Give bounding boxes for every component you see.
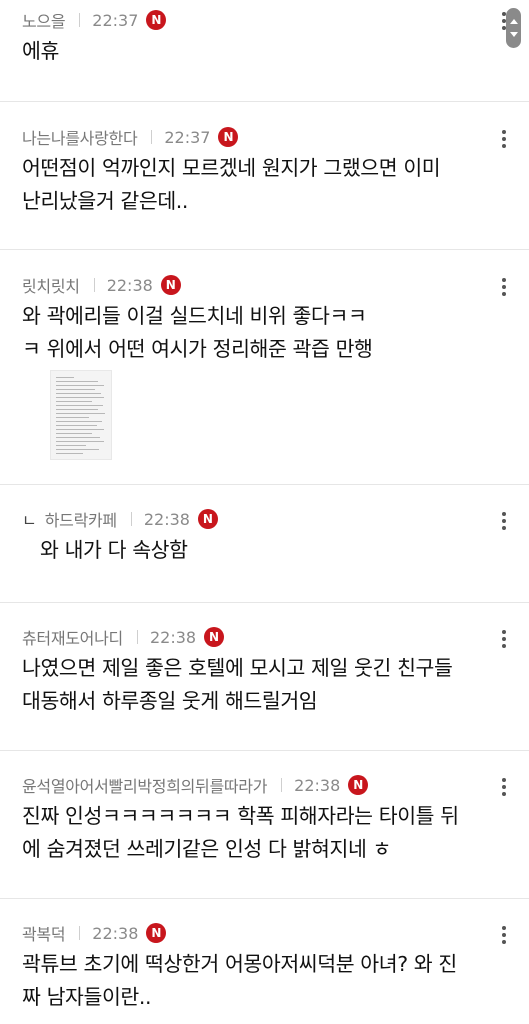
comment-author[interactable]: 노으을 <box>22 8 66 32</box>
comment-meta: 츄터재도어나디 22:38 N <box>22 625 225 649</box>
new-badge-icon: N <box>204 627 225 647</box>
comment-line: 와 곽에리들 이걸 실드치네 비위 좋다ㅋㅋ <box>22 304 367 328</box>
comment-time: 22:37 <box>92 10 139 30</box>
more-vertical-icon[interactable] <box>501 630 507 648</box>
comment-time: 22:38 <box>92 923 139 943</box>
comment-text: 어떤점이 억까인지 모르겠네 원지가 그랬으면 이미 난리났을거 같은데.. <box>22 152 441 218</box>
more-vertical-icon[interactable] <box>501 926 507 944</box>
more-vertical-icon[interactable] <box>501 278 507 296</box>
comment-line: 에 숨겨졌던 쓰레기같은 인성 다 밝혀지네 ㅎ <box>22 837 391 861</box>
comment-author[interactable]: 릿치릿치 <box>22 273 80 297</box>
meta-divider <box>151 130 153 144</box>
meta-divider <box>136 630 138 644</box>
comment-text: 와 곽에리들 이걸 실드치네 비위 좋다ㅋㅋ ㅋ 위에서 어떤 여시가 정리해준… <box>22 300 373 366</box>
comment-author[interactable]: 하드락카페 <box>45 507 117 531</box>
meta-divider <box>130 512 132 526</box>
comment-line: 곽튜브 초기에 떡상한거 어몽아저씨덕분 아녀? 와 진 <box>22 952 457 976</box>
scroll-down-icon[interactable] <box>509 32 518 37</box>
comment-meta: 릿치릿치 22:38 N <box>22 273 181 297</box>
more-vertical-icon[interactable] <box>501 512 507 530</box>
meta-divider <box>93 278 95 292</box>
new-badge-icon: N <box>146 923 167 943</box>
comment-text: 에휴 <box>22 35 59 68</box>
comment-item: 곽복덕 22:38 N 곽튜브 초기에 떡상한거 어몽아저씨덕분 아녀? 와 진… <box>0 899 529 1024</box>
comment-line: 짜 남자들이란.. <box>22 985 152 1009</box>
comment-item: 나는나를사랑한다 22:37 N 어떤점이 억까인지 모르겠네 원지가 그랬으면… <box>0 102 529 250</box>
comment-author[interactable]: 윤석열아어서빨리박정희의뒤를따라가 <box>22 773 267 797</box>
new-badge-icon: N <box>348 775 369 795</box>
comment-author[interactable]: 곽복덕 <box>22 921 66 945</box>
comment-author[interactable]: 츄터재도어나디 <box>22 625 123 649</box>
comment-text: 곽튜브 초기에 떡상한거 어몽아저씨덕분 아녀? 와 진 짜 남자들이란.. <box>22 948 457 1014</box>
comment-text: 와 내가 다 속상함 <box>40 534 188 567</box>
comment-line: 난리났을거 같은데.. <box>22 189 189 213</box>
comment-time: 22:38 <box>294 775 341 795</box>
comment-item: 릿치릿치 22:38 N 와 곽에리들 이걸 실드치네 비위 좋다ㅋㅋ ㅋ 위에… <box>0 250 529 485</box>
attached-image-thumbnail[interactable] <box>50 370 112 460</box>
comment-meta: 윤석열아어서빨리박정희의뒤를따라가 22:38 N <box>22 773 369 797</box>
comment-text: 나였으면 제일 좋은 호텔에 모시고 제일 웃긴 친구들 대동해서 하루종일 웃… <box>22 652 453 718</box>
comment-time: 22:37 <box>164 127 211 147</box>
meta-divider <box>281 778 283 792</box>
new-badge-icon: N <box>218 127 239 147</box>
scroll-up-icon[interactable] <box>509 19 518 24</box>
comment-item: 츄터재도어나디 22:38 N 나였으면 제일 좋은 호텔에 모시고 제일 웃긴… <box>0 603 529 751</box>
comment-item: 노으을 22:37 N 에휴 <box>0 0 529 102</box>
comment-meta: 곽복덕 22:38 N <box>22 921 167 945</box>
new-badge-icon: N <box>160 275 181 295</box>
comment-author[interactable]: 나는나를사랑한다 <box>22 125 138 149</box>
comment-meta: 노으을 22:37 N <box>22 8 167 32</box>
comment-line: 나였으면 제일 좋은 호텔에 모시고 제일 웃긴 친구들 <box>22 656 453 680</box>
comment-meta: ㄴ 하드락카페 22:38 N <box>22 507 218 531</box>
comment-time: 22:38 <box>143 509 190 529</box>
comment-line: ㅋ 위에서 어떤 여시가 정리해준 곽즙 만행 <box>22 337 373 361</box>
comment-time: 22:38 <box>149 627 197 647</box>
comment-line: 어떤점이 억까인지 모르겠네 원지가 그랬으면 이미 <box>22 156 441 180</box>
scrollbar-arrows-icon[interactable] <box>506 8 521 48</box>
comment-meta: 나는나를사랑한다 22:37 N <box>22 125 239 149</box>
comment-line: 대동해서 하루종일 웃게 해드릴거임 <box>22 689 318 713</box>
more-vertical-icon[interactable] <box>501 778 507 796</box>
comment-line: 진짜 인성ㅋㅋㅋㅋㅋㅋㅋ 학폭 피해자라는 타이틀 뒤 <box>22 804 459 828</box>
meta-divider <box>79 13 81 27</box>
new-badge-icon: N <box>146 10 167 30</box>
comment-line: 와 내가 다 속상함 <box>40 538 188 562</box>
more-vertical-icon[interactable] <box>501 130 507 148</box>
comment-text: 진짜 인성ㅋㅋㅋㅋㅋㅋㅋ 학폭 피해자라는 타이틀 뒤 에 숨겨졌던 쓰레기같은… <box>22 800 459 866</box>
comment-time: 22:38 <box>106 275 153 295</box>
comment-line: 에휴 <box>22 39 59 63</box>
reply-arrow-icon: ㄴ <box>22 511 37 530</box>
meta-divider <box>79 926 81 940</box>
new-badge-icon: N <box>197 509 218 529</box>
comment-item: 윤석열아어서빨리박정희의뒤를따라가 22:38 N 진짜 인성ㅋㅋㅋㅋㅋㅋㅋ 학… <box>0 751 529 899</box>
comment-item: ㄴ 하드락카페 22:38 N 와 내가 다 속상함 <box>0 485 529 603</box>
